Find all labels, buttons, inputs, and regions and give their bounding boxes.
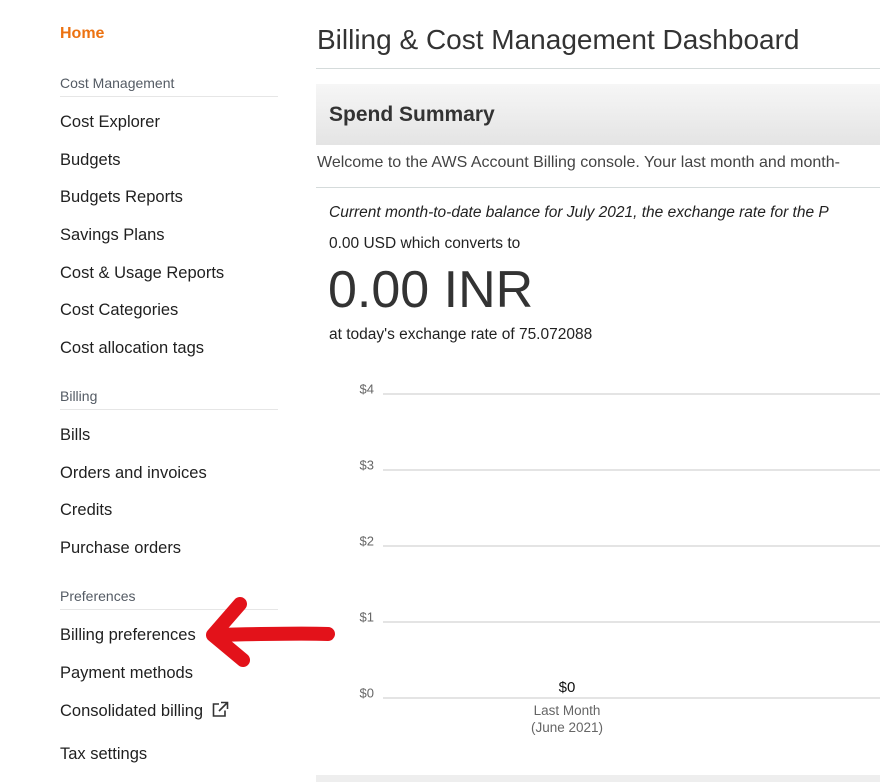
section-label-billing: Billing (60, 388, 278, 410)
spend-chart: $4 $3 $2 $1 $0 $0 Last Month (June 2021) (360, 382, 880, 735)
sidebar-item-tax-settings[interactable]: Tax settings (60, 745, 147, 764)
sidebar-item-budgets-reports[interactable]: Budgets Reports (60, 188, 183, 207)
chart-y-tick-label: $4 (360, 382, 374, 397)
sidebar-item-consolidated-billing[interactable]: Consolidated billing (60, 701, 229, 723)
sidebar-item-label: Consolidated billing (60, 702, 204, 720)
inr-balance-amount: 0.00 INR (328, 261, 534, 319)
sidebar-item-orders-invoices[interactable]: Orders and invoices (60, 464, 207, 483)
sidebar-item-cost-explorer[interactable]: Cost Explorer (60, 113, 160, 132)
section-label-preferences: Preferences (60, 588, 278, 610)
sidebar-item-savings-plans[interactable]: Savings Plans (60, 226, 165, 245)
sidebar-item-home[interactable]: Home (60, 25, 104, 43)
sidebar-item-cost-allocation-tags[interactable]: Cost allocation tags (60, 339, 204, 358)
welcome-divider (316, 187, 880, 188)
section-label-cost-management: Cost Management (60, 75, 278, 97)
title-divider (316, 68, 880, 69)
welcome-text: Welcome to the AWS Account Billing conso… (317, 154, 840, 171)
page-title: Billing & Cost Management Dashboard (317, 24, 800, 55)
chart-y-tick-label: $2 (360, 534, 374, 549)
exchange-rate-line: at today's exchange rate of 75.072088 (329, 326, 593, 343)
sidebar-nav: Home Cost Management Cost Explorer Budge… (0, 0, 300, 782)
chart-x-category-label: (June 2021) (531, 720, 603, 735)
sidebar-item-cost-categories[interactable]: Cost Categories (60, 301, 178, 320)
usd-amount-line: 0.00 USD which converts to (329, 235, 521, 252)
main-content: Billing & Cost Management Dashboard Spen… (316, 0, 880, 782)
chart-x-category-label: Last Month (534, 703, 601, 718)
chart-y-tick-label: $1 (360, 610, 374, 625)
external-link-icon (211, 701, 229, 723)
chart-y-tick-label: $0 (360, 686, 374, 701)
sidebar-item-payment-methods[interactable]: Payment methods (60, 664, 193, 683)
sidebar-item-bills[interactable]: Bills (60, 426, 90, 445)
sidebar-item-billing-preferences[interactable]: Billing preferences (60, 626, 196, 645)
chart-data-label: $0 (559, 679, 576, 696)
sidebar-item-cost-usage-reports[interactable]: Cost & Usage Reports (60, 264, 224, 283)
sidebar-item-budgets[interactable]: Budgets (60, 151, 121, 170)
spend-summary-title: Spend Summary (329, 103, 495, 126)
chart-y-tick-label: $3 (360, 458, 374, 473)
balance-note: Current month-to-date balance for July 2… (329, 204, 829, 221)
bottom-section-band (316, 775, 880, 782)
sidebar-item-credits[interactable]: Credits (60, 501, 112, 520)
sidebar-item-purchase-orders[interactable]: Purchase orders (60, 539, 181, 558)
